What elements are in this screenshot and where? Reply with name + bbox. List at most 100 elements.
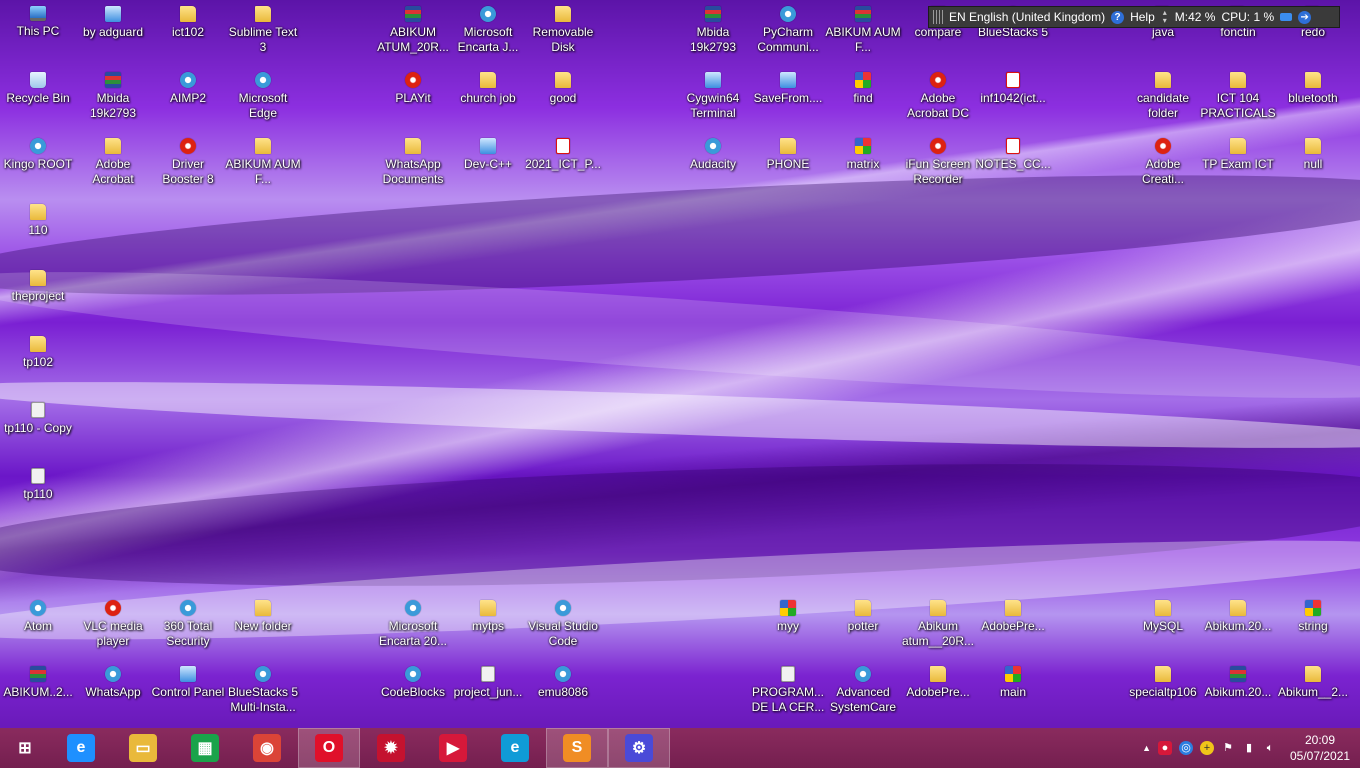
taskbar-app-button[interactable]: S [546, 728, 608, 768]
desktop-icon-item[interactable]: matrix [825, 132, 901, 172]
desktop-icon-item[interactable]: AdobePre... [900, 660, 976, 700]
clock[interactable]: 20:09 05/07/2021 [1290, 732, 1350, 764]
desktop-icon-item[interactable]: Atom [0, 594, 76, 634]
desktop-icon-item[interactable]: bluetooth [1275, 66, 1351, 106]
desktop-icon-item[interactable]: church job [450, 66, 526, 106]
desktop-icon-item[interactable]: by adguard [75, 0, 151, 40]
desktop-icon-item[interactable]: Cygwin64 Terminal [675, 66, 751, 121]
desktop-icon-item[interactable]: Microsoft Encarta J... [450, 0, 526, 55]
flag-icon[interactable]: ⚑ [1221, 741, 1235, 755]
arrow-right-icon[interactable]: ➔ [1298, 10, 1312, 24]
taskbar-app-button[interactable]: ⚙ [608, 728, 670, 768]
desktop-icon-item[interactable]: Abikum.20... [1200, 660, 1276, 700]
desktop-icon-item[interactable]: ABIKUM..2... [0, 660, 76, 700]
desktop-icon-item[interactable]: potter [825, 594, 901, 634]
battery-icon[interactable]: ▮ [1242, 741, 1256, 755]
desktop-icon-item[interactable]: ict102 [150, 0, 226, 40]
taskbar-app-button[interactable]: e [50, 728, 112, 768]
desktop-icon-item[interactable]: Advanced SystemCare [825, 660, 901, 715]
desktop-icon-item[interactable]: candidate folder [1125, 66, 1201, 121]
options-arrow-icon[interactable]: ▴ ▾ [1161, 9, 1169, 25]
desktop-icon-item[interactable]: ICT 104 PRACTICALS [1200, 66, 1276, 121]
taskbar-app-button[interactable]: O [298, 728, 360, 768]
desktop-icon-item[interactable]: Abikum atum__20R... [900, 594, 976, 649]
desktop-icon-item[interactable]: Adobe Acrobat [75, 132, 151, 187]
desktop-icon-item[interactable]: find [825, 66, 901, 106]
camera-icon[interactable] [1280, 13, 1293, 21]
desktop-icon-item[interactable]: PHONE [750, 132, 826, 172]
taskbar-app-button[interactable]: ▭ [112, 728, 174, 768]
help-icon[interactable]: ? [1111, 10, 1125, 24]
desktop-icon-item[interactable]: MySQL [1125, 594, 1201, 634]
desktop-icon-item[interactable]: BlueStacks 5 Multi-Insta... [225, 660, 301, 715]
desktop-icon-item[interactable]: inf1042(ict... [975, 66, 1051, 106]
desktop-icon-item[interactable]: string [1275, 594, 1351, 634]
desktop-icon-item[interactable]: NOTES_CC... [975, 132, 1051, 172]
desktop-icon-item[interactable]: Adobe Creati... [1125, 132, 1201, 187]
start-button[interactable]: ⊞ [0, 728, 50, 768]
desktop-icon-item[interactable]: 110 [0, 198, 76, 238]
desktop-icon-item[interactable]: tp102 [0, 330, 76, 370]
desktop-icon-item[interactable]: Adobe Acrobat DC [900, 66, 976, 121]
desktop-icon-item[interactable]: Microsoft Edge [225, 66, 301, 121]
desktop-icon-item[interactable]: Audacity [675, 132, 751, 172]
desktop-icon-item[interactable]: tp110 - Copy [0, 396, 76, 436]
desktop-icon-item[interactable]: tp110 [0, 462, 76, 502]
desktop-icon-item[interactable]: New folder [225, 594, 301, 634]
desktop-icon-item[interactable]: Abikum__2... [1275, 660, 1351, 700]
desktop-icon-item[interactable]: iFun Screen Recorder [900, 132, 976, 187]
desktop-icon-item[interactable]: ABIKUM ATUM_20R... [375, 0, 451, 55]
recorder-tray-icon[interactable]: ● [1158, 741, 1172, 755]
desktop-icon-item[interactable]: specialtp106 [1125, 660, 1201, 700]
desktop-icon-item[interactable]: WhatsApp [75, 660, 151, 700]
language-selector[interactable]: EN English (United Kingdom) [949, 10, 1105, 24]
desktop-icon-item[interactable]: Kingo ROOT [0, 132, 76, 172]
systemcare-tray-icon[interactable]: + [1200, 741, 1214, 755]
desktop-icon-item[interactable]: good [525, 66, 601, 106]
desktop-icon-item[interactable]: TP Exam ICT [1200, 132, 1276, 172]
desktop-icon-item[interactable]: Mbida 19k2793 [75, 66, 151, 121]
desktop-icon-item[interactable]: Control Panel [150, 660, 226, 700]
taskbar-app-button[interactable]: e [484, 728, 546, 768]
taskbar-app-button[interactable]: ◉ [236, 728, 298, 768]
taskbar-app-button[interactable]: ▦ [174, 728, 236, 768]
desktop-icon-item[interactable]: PLAYit [375, 66, 451, 106]
desktop-icon-item[interactable]: myy [750, 594, 826, 634]
desktop-icon-item[interactable]: ABIKUM AUM F... [825, 0, 901, 55]
desktop-icon-item[interactable]: Dev-C++ [450, 132, 526, 172]
desktop-icon-item[interactable]: 2021_ICT_P... [525, 132, 601, 172]
desktop-icon-item[interactable]: project_jun... [450, 660, 526, 700]
desktop-icon-item[interactable]: PROGRAM... DE LA CER... [750, 660, 826, 715]
show-hidden-icons-icon[interactable]: ▲ [1142, 743, 1151, 753]
desktop-icon-item[interactable]: Driver Booster 8 [150, 132, 226, 187]
desktop-icon-item[interactable]: Recycle Bin [0, 66, 76, 106]
grip-handle-icon[interactable] [933, 10, 943, 24]
desktop-icon-item[interactable]: main [975, 660, 1051, 700]
desktop-icon-item[interactable]: emu8086 [525, 660, 601, 700]
desktop-icon-item[interactable]: This PC [0, 0, 76, 39]
desktop-icon-item[interactable]: CodeBlocks [375, 660, 451, 700]
security-tray-icon[interactable]: ◎ [1179, 741, 1193, 755]
desktop-icon-item[interactable]: AIMP2 [150, 66, 226, 106]
desktop-icon-item[interactable]: Visual Studio Code [525, 594, 601, 649]
desktop-icon-item[interactable]: theproject [0, 264, 76, 304]
desktop-icon-item[interactable]: Abikum.20... [1200, 594, 1276, 634]
volume-icon[interactable]: 🔈︎ [1263, 741, 1277, 755]
desktop-icon-item[interactable]: VLC media player [75, 594, 151, 649]
desktop-icon-item[interactable]: PyCharm Communi... [750, 0, 826, 55]
desktop-icon-item[interactable]: mytps [450, 594, 526, 634]
desktop-icon-item[interactable]: Mbida 19k2793 [675, 0, 751, 55]
help-button[interactable]: Help [1130, 10, 1155, 24]
desktop-icon-item[interactable]: Removable Disk [525, 0, 601, 55]
desktop-icon-item[interactable]: Microsoft Encarta 20... [375, 594, 451, 649]
desktop-icon-item[interactable]: AdobePre... [975, 594, 1051, 634]
language-bar[interactable]: EN English (United Kingdom) ? Help ▴ ▾ M:… [928, 6, 1340, 28]
desktop-icon-item[interactable]: ABIKUM AUM F... [225, 132, 301, 187]
desktop-icon-item[interactable]: 360 Total Security [150, 594, 226, 649]
taskbar-app-button[interactable]: ✹ [360, 728, 422, 768]
desktop-icon-item[interactable]: SaveFrom.... [750, 66, 826, 106]
desktop-icon-item[interactable]: Sublime Text 3 [225, 0, 301, 55]
taskbar-app-button[interactable]: ▶ [422, 728, 484, 768]
desktop-icon-item[interactable]: WhatsApp Documents [375, 132, 451, 187]
desktop-icon-item[interactable]: null [1275, 132, 1351, 172]
